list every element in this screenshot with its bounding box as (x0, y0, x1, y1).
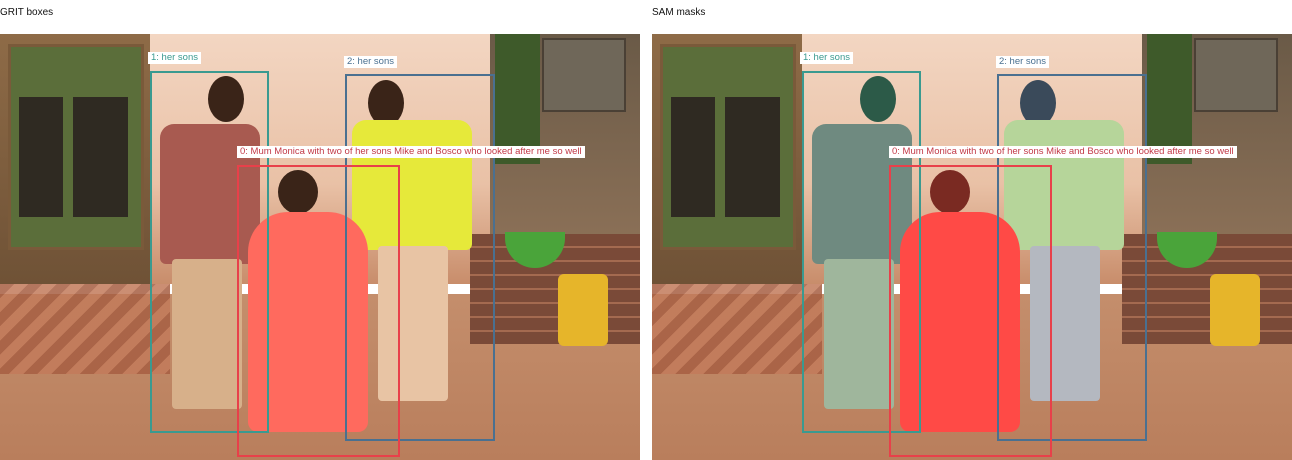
left-building (0, 34, 150, 284)
label-her-sons-1: 1: her sons (800, 52, 853, 64)
window-shutter (1194, 38, 1278, 112)
yellow-jerrycan (1210, 274, 1260, 346)
label-her-sons-2: 2: her sons (996, 56, 1049, 68)
green-door (660, 44, 796, 250)
brick-pile (652, 284, 822, 374)
label-mum-monica: 0: Mum Monica with two of her sons Mike … (237, 146, 585, 158)
brick-pile (0, 284, 170, 374)
sam-panel-title: SAM masks (652, 7, 706, 18)
label-her-sons-2: 2: her sons (344, 56, 397, 68)
window-shutter (542, 38, 626, 112)
sam-masks-panel: 1: her sons 2: her sons 0: Mum Monica wi… (652, 34, 1292, 460)
box-mum-monica (237, 165, 400, 457)
yellow-jerrycan (558, 274, 608, 346)
label-mum-monica: 0: Mum Monica with two of her sons Mike … (889, 146, 1237, 158)
foliage (495, 34, 540, 164)
label-her-sons-1: 1: her sons (148, 52, 201, 64)
grit-panel-title: GRIT boxes (0, 7, 54, 18)
foliage (1147, 34, 1192, 164)
green-door (8, 44, 144, 250)
grit-boxes-panel: 1: her sons 2: her sons 0: Mum Monica wi… (0, 34, 640, 460)
box-mum-monica (889, 165, 1052, 457)
left-building (652, 34, 802, 284)
